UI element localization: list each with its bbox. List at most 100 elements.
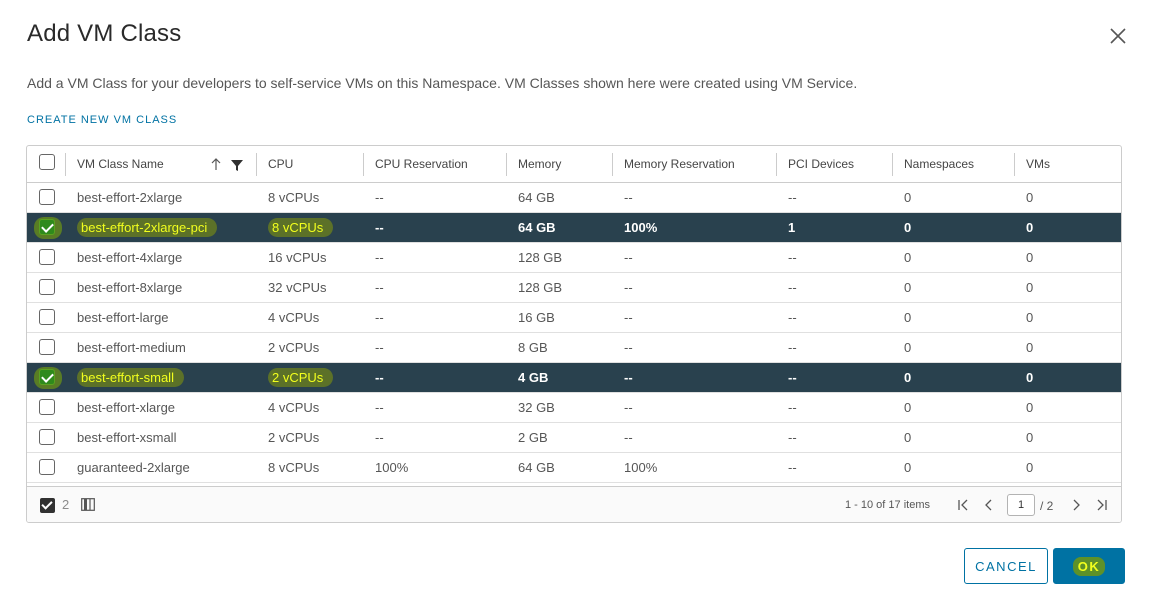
prev-page-icon[interactable] <box>981 497 997 513</box>
cell-memory-reservation: 100% <box>624 220 658 235</box>
cell-cpu-reservation: -- <box>375 340 384 355</box>
cell-namespaces: 0 <box>904 460 912 475</box>
table-row[interactable]: best-effort-xsmall 2 vCPUs -- 2 GB -- -- 0 0 <box>27 423 1121 453</box>
cell-pci-devices: -- <box>788 430 797 445</box>
selected-count: 2 <box>62 497 70 512</box>
cell-vm-class-name: best-effort-2xlarge <box>77 190 183 205</box>
cell-memory: 128 GB <box>518 280 563 295</box>
table-row[interactable]: best-effort-4xlarge 16 vCPUs -- 128 GB -- -- 0… <box>27 243 1121 273</box>
table-row[interactable]: best-effort-medium 2 vCPUs -- 8 GB -- -- 0 0 <box>27 333 1121 363</box>
cell-cpu: 8 vCPUs <box>268 213 334 243</box>
table-row[interactable]: best-effort-2xlarge 8 vCPUs -- 64 GB -- -- 0 0 <box>27 183 1121 213</box>
row-checkbox[interactable] <box>39 309 55 325</box>
highlighted-text: best-effort-2xlarge-pci <box>77 218 218 237</box>
next-page-icon[interactable] <box>1068 497 1084 513</box>
cell-cpu: 2 vCPUs <box>268 340 320 355</box>
row-checkbox[interactable] <box>39 189 55 205</box>
cell-pci-devices: -- <box>788 310 797 325</box>
column-header-pci-devices[interactable]: PCI Devices <box>776 146 854 183</box>
column-header-memory-reservation[interactable]: Memory Reservation <box>612 146 735 183</box>
cell-memory-reservation: -- <box>624 280 633 295</box>
cell-vms: 0 <box>1026 370 1034 385</box>
cell-vms: 0 <box>1026 250 1034 265</box>
cell-cpu-reservation: -- <box>375 190 384 205</box>
cell-memory-reservation: -- <box>624 430 633 445</box>
table-row[interactable]: best-effort-xlarge 4 vCPUs -- 32 GB -- -- 0 0 <box>27 393 1121 423</box>
sort-ascending-icon[interactable] <box>210 157 222 171</box>
dialog-title: Add VM Class <box>27 20 182 47</box>
cell-memory: 64 GB <box>518 460 555 475</box>
cell-cpu: 16 vCPUs <box>268 250 327 265</box>
cell-namespaces: 0 <box>904 400 912 415</box>
cell-vm-class-name: best-effort-2xlarge-pci <box>77 213 218 243</box>
highlighted-text: best-effort-small <box>77 368 184 387</box>
cell-vm-class-name: best-effort-small <box>77 363 184 393</box>
cell-cpu-reservation: -- <box>375 400 384 415</box>
first-page-icon[interactable] <box>955 497 971 513</box>
selected-checkbox-icon <box>40 498 55 513</box>
create-new-vm-class-link[interactable]: CREATE NEW VM CLASS <box>27 114 177 126</box>
dialog-description: Add a VM Class for your developers to se… <box>27 75 858 91</box>
cell-cpu: 8 vCPUs <box>268 460 320 475</box>
select-all-checkbox[interactable] <box>39 154 55 170</box>
cell-pci-devices: -- <box>788 340 797 355</box>
cell-vm-class-name: best-effort-xlarge <box>77 400 176 415</box>
cell-vms: 0 <box>1026 400 1034 415</box>
column-header-cpu-reservation[interactable]: CPU Reservation <box>363 146 468 183</box>
column-header-cpu[interactable]: CPU <box>256 146 293 183</box>
column-header-vms[interactable]: VMs <box>1014 146 1050 183</box>
ok-button[interactable]: OK <box>1053 548 1125 584</box>
row-checkbox[interactable] <box>39 429 55 445</box>
row-checkbox[interactable] <box>39 399 55 415</box>
cell-vm-class-name: best-effort-4xlarge <box>77 250 183 265</box>
page-number-input[interactable] <box>1007 494 1035 516</box>
cell-memory-reservation: -- <box>624 370 633 385</box>
row-checkbox[interactable] <box>39 459 55 475</box>
table-row[interactable]: guaranteed-2xlarge 8 vCPUs 100% 64 GB 100% --… <box>27 453 1121 483</box>
cell-memory-reservation: -- <box>624 250 633 265</box>
cell-memory: 16 GB <box>518 310 555 325</box>
row-checkbox[interactable] <box>39 339 55 355</box>
cell-cpu: 32 vCPUs <box>268 280 327 295</box>
cell-pci-devices: 1 <box>788 220 796 235</box>
cell-vms: 0 <box>1026 220 1034 235</box>
column-header-memory[interactable]: Memory <box>506 146 561 183</box>
cell-memory: 64 GB <box>518 220 556 235</box>
datagrid-header: VM Class Name CPU CPU Reservation Memory… <box>27 146 1121 183</box>
row-checkbox[interactable] <box>39 369 55 385</box>
ok-button-label: OK <box>1072 556 1106 576</box>
cell-namespaces: 0 <box>904 310 912 325</box>
table-row[interactable]: best-effort-large 4 vCPUs -- 16 GB -- -- 0 0 <box>27 303 1121 333</box>
cell-cpu: 8 vCPUs <box>268 190 320 205</box>
table-row[interactable]: best-effort-small 2 vCPUs -- 4 GB -- -- 0 0 <box>27 363 1121 393</box>
filter-icon[interactable] <box>231 160 243 171</box>
column-header-vm-class-name[interactable]: VM Class Name <box>65 146 164 183</box>
cell-namespaces: 0 <box>904 280 912 295</box>
row-checkbox[interactable] <box>39 279 55 295</box>
cell-memory-reservation: -- <box>624 400 633 415</box>
cell-cpu-reservation: 100% <box>375 460 409 475</box>
cell-pci-devices: -- <box>788 280 797 295</box>
cell-namespaces: 0 <box>904 370 912 385</box>
table-row[interactable]: best-effort-8xlarge 32 vCPUs -- 128 GB -- -- 0… <box>27 273 1121 303</box>
close-icon[interactable] <box>1106 24 1130 48</box>
column-header-namespaces[interactable]: Namespaces <box>892 146 974 183</box>
cell-vms: 0 <box>1026 280 1034 295</box>
cell-cpu-reservation: -- <box>375 220 384 235</box>
table-row[interactable]: best-effort-2xlarge-pci 8 vCPUs -- 64 GB 100… <box>27 213 1121 243</box>
cell-namespaces: 0 <box>904 430 912 445</box>
cell-cpu: 4 vCPUs <box>268 400 320 415</box>
cell-memory-reservation: -- <box>624 310 633 325</box>
cell-memory: 64 GB <box>518 190 555 205</box>
cell-namespaces: 0 <box>904 190 912 205</box>
row-checkbox[interactable] <box>39 249 55 265</box>
cell-memory: 8 GB <box>518 340 548 355</box>
cancel-button[interactable]: CANCEL <box>964 548 1048 584</box>
cell-memory: 128 GB <box>518 250 563 265</box>
last-page-icon[interactable] <box>1094 497 1110 513</box>
column-toggle-icon[interactable] <box>81 498 95 511</box>
datagrid-footer: 2 1 - 10 of 17 items / 2 <box>27 486 1121 522</box>
cell-vms: 0 <box>1026 340 1034 355</box>
cell-memory-reservation: 100% <box>624 460 658 475</box>
row-checkbox[interactable] <box>39 219 55 235</box>
